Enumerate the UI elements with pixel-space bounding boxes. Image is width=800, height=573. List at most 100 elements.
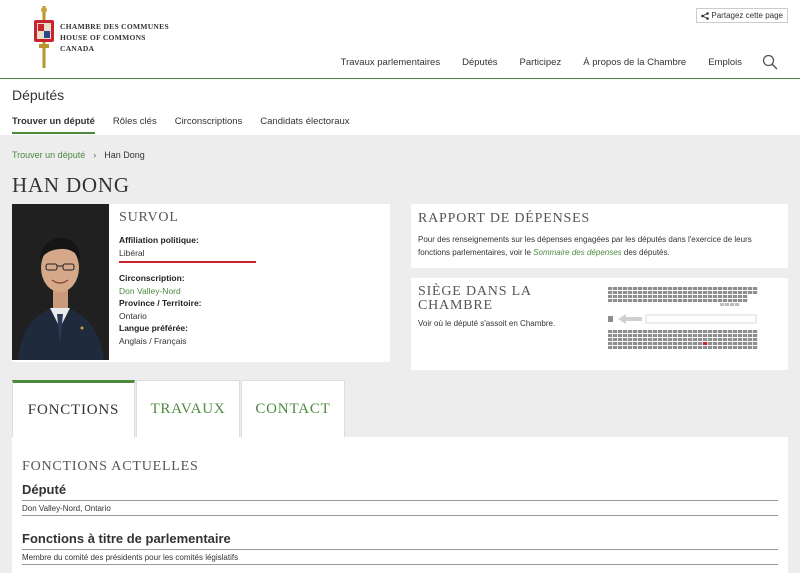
seat — [618, 330, 623, 333]
seat — [648, 295, 653, 298]
seat — [708, 291, 713, 294]
seat — [693, 299, 698, 302]
seat — [633, 295, 638, 298]
seat — [738, 295, 743, 298]
role-item: Fonctions à titre de parlementaire Membr… — [22, 531, 778, 565]
seat — [698, 287, 703, 290]
seat — [648, 342, 653, 345]
nav-a-propos[interactable]: À propos de la Chambre — [583, 57, 686, 68]
chamber-table — [645, 314, 757, 324]
seat — [753, 346, 758, 349]
seat — [738, 287, 743, 290]
seat — [653, 291, 658, 294]
expenses-text: Pour des renseignements sur les dépenses… — [418, 233, 781, 259]
seat — [718, 295, 723, 298]
seat — [633, 346, 638, 349]
seat — [678, 299, 683, 302]
breadcrumb-link[interactable]: Trouver un député — [12, 150, 85, 160]
nav-emplois[interactable]: Emplois — [708, 57, 742, 68]
subnav-candidats[interactable]: Candidats électoraux — [260, 116, 349, 134]
seat — [723, 346, 728, 349]
seat — [623, 346, 628, 349]
seat — [743, 299, 748, 302]
seat — [688, 295, 693, 298]
seat — [608, 291, 613, 294]
seat — [678, 342, 683, 345]
seat — [633, 299, 638, 302]
seat — [668, 291, 673, 294]
seat — [623, 342, 628, 345]
seat — [688, 338, 693, 341]
seat — [673, 334, 678, 337]
seat — [713, 291, 718, 294]
site-header: CHAMBRE DES COMMUNES HOUSE OF COMMONS CA… — [0, 0, 800, 79]
seat — [633, 330, 638, 333]
expenses-summary-link[interactable]: Sommaire des dépenses — [533, 248, 622, 257]
seat — [748, 338, 753, 341]
seat — [703, 295, 708, 298]
seat — [748, 287, 753, 290]
tab-contact[interactable]: CONTACT — [241, 380, 345, 437]
seat — [683, 330, 688, 333]
seat — [623, 330, 628, 333]
seat — [698, 338, 703, 341]
seat — [748, 346, 753, 349]
seat — [738, 342, 743, 345]
house-of-commons-logo[interactable]: CHAMBRE DES COMMUNES HOUSE OF COMMONS CA… — [32, 6, 169, 68]
tab-travaux[interactable]: TRAVAUX — [136, 380, 240, 437]
nav-travaux-parlementaires[interactable]: Travaux parlementaires — [341, 57, 440, 68]
seat — [638, 299, 643, 302]
seat — [748, 342, 753, 345]
seat — [623, 295, 628, 298]
seat — [688, 334, 693, 337]
subnav-trouver-depute[interactable]: Trouver un député — [12, 116, 95, 134]
seat — [743, 291, 748, 294]
seat — [663, 330, 668, 333]
seat — [608, 334, 613, 337]
seat — [738, 330, 743, 333]
seat — [673, 342, 678, 345]
tab-fonctions[interactable]: FONCTIONS — [12, 380, 135, 437]
seat — [648, 299, 653, 302]
tab-panel-fonctions: FONCTIONS ACTUELLES Député Don Valley-No… — [12, 437, 788, 573]
seat-map[interactable] — [608, 287, 763, 362]
seat — [725, 303, 730, 306]
subnav-roles-cles[interactable]: Rôles clés — [113, 116, 157, 134]
seat — [693, 291, 698, 294]
share-icon — [701, 11, 710, 20]
share-button[interactable]: Partagez cette page — [696, 8, 788, 23]
seat — [653, 346, 658, 349]
riding-link[interactable]: Don Valley-Nord — [119, 286, 379, 296]
seat — [723, 299, 728, 302]
seat — [668, 338, 673, 341]
seat — [698, 342, 703, 345]
seat — [633, 291, 638, 294]
nav-deputes[interactable]: Députés — [462, 57, 497, 68]
seat — [728, 334, 733, 337]
seat — [723, 338, 728, 341]
seat — [735, 303, 740, 306]
party-color-bar — [119, 261, 256, 263]
search-icon[interactable] — [762, 54, 778, 70]
seat — [683, 299, 688, 302]
arrow-left-icon — [618, 314, 642, 324]
seat — [688, 287, 693, 290]
seat — [743, 287, 748, 290]
seat — [713, 346, 718, 349]
seat — [703, 346, 708, 349]
seat-card[interactable]: SIÈGE DANS LA CHAMBRE Voir où le député … — [411, 278, 788, 370]
seat — [703, 287, 708, 290]
seat — [698, 299, 703, 302]
seat — [658, 287, 663, 290]
seat — [628, 295, 633, 298]
seat — [678, 330, 683, 333]
seat — [703, 334, 708, 337]
seat — [673, 346, 678, 349]
seat — [668, 287, 673, 290]
role-detail: Don Valley-Nord, Ontario — [22, 501, 778, 516]
seat — [638, 334, 643, 337]
subnav-circonscriptions[interactable]: Circonscriptions — [175, 116, 243, 134]
seat — [738, 291, 743, 294]
seat — [708, 330, 713, 333]
nav-participez[interactable]: Participez — [520, 57, 562, 68]
